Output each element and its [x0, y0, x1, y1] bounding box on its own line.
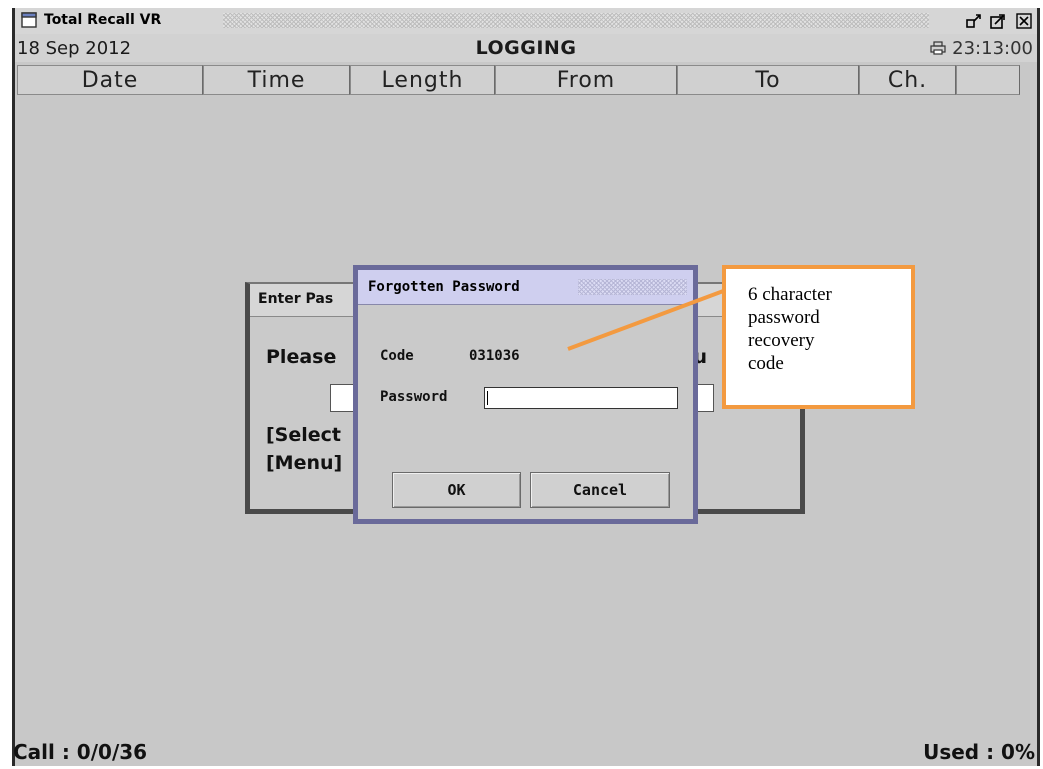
enter-password-title: Enter Pas [258, 291, 334, 307]
password-input[interactable] [484, 387, 678, 409]
column-header-blank[interactable] [956, 65, 1020, 95]
maximize-icon[interactable] [989, 12, 1007, 30]
title-bar[interactable]: Total Recall VR [15, 8, 1037, 35]
used-indicator: Used : 0% [923, 740, 1035, 764]
forgotten-password-title: Forgotten Password [368, 279, 520, 295]
printer-icon [930, 41, 947, 55]
column-header-to[interactable]: To [677, 65, 859, 95]
ok-button[interactable]: OK [392, 472, 521, 508]
callout-line-1: 6 character [748, 284, 832, 305]
status-mode: LOGGING [475, 37, 577, 59]
callout-line-2: password [748, 307, 820, 328]
status-clock: 23:13:00 [930, 38, 1033, 59]
column-header-length[interactable]: Length [350, 65, 495, 95]
column-header-channel[interactable]: Ch. [859, 65, 956, 95]
minimize-icon[interactable] [965, 12, 983, 30]
enter-password-menu-hint: [Menu] [266, 452, 343, 474]
app-title: Total Recall VR [44, 12, 162, 28]
window-icon [21, 12, 37, 28]
close-icon[interactable] [1015, 12, 1033, 30]
callout-annotation: 6 character password recovery code [722, 265, 915, 409]
title-bar-pattern [223, 13, 929, 28]
status-time: 23:13:00 [952, 38, 1033, 59]
forgotten-password-dialog: Forgotten Password Code 031036 Password … [353, 265, 698, 524]
call-counter: Call : 0/0/36 [13, 740, 148, 764]
password-label: Password [380, 389, 448, 405]
column-header-row: Date Time Length From To Ch. [17, 65, 1034, 95]
callout-line-3: recovery [748, 330, 815, 351]
callout-line-4: code [748, 353, 784, 374]
code-value: 031036 [469, 348, 520, 364]
enter-password-prompt: Please [266, 346, 337, 368]
dialog-title-pattern [578, 279, 687, 295]
enter-password-select-hint: [Select [266, 424, 341, 446]
code-label: Code [380, 348, 414, 364]
column-header-from[interactable]: From [495, 65, 677, 95]
cancel-button[interactable]: Cancel [530, 472, 670, 508]
column-header-time[interactable]: Time [203, 65, 350, 95]
column-header-date[interactable]: Date [17, 65, 203, 95]
forgotten-password-title-bar[interactable]: Forgotten Password [358, 270, 693, 305]
